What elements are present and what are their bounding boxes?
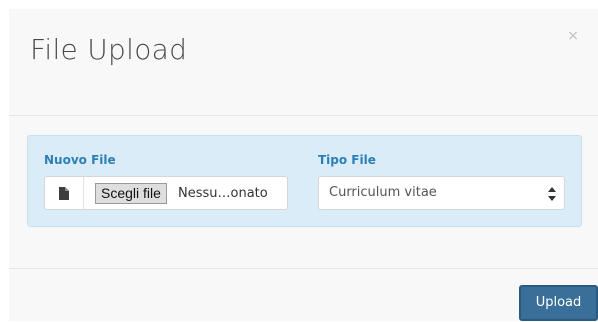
upload-form-panel: Nuovo File Scegli file Nessu…onato Tipo …: [27, 135, 582, 227]
file-type-selected-value: Curriculum vitae: [329, 185, 437, 200]
modal-body: Nuovo File Scegli file Nessu…onato Tipo …: [9, 116, 598, 268]
file-upload-modal: File Upload × Nuovo File Scegli file Nes…: [9, 9, 598, 321]
new-file-label: Nuovo File: [44, 153, 116, 167]
select-arrows-icon: [548, 186, 556, 201]
modal-footer: Upload: [9, 268, 598, 322]
modal-header: File Upload ×: [9, 9, 598, 116]
upload-button[interactable]: Upload: [519, 285, 598, 321]
file-icon: [45, 177, 84, 209]
modal-title: File Upload: [30, 33, 188, 66]
choose-file-button[interactable]: Scegli file: [95, 183, 167, 204]
selected-file-name: Nessu…onato: [178, 186, 268, 201]
file-type-select[interactable]: Curriculum vitae: [318, 176, 565, 210]
file-input-group[interactable]: Scegli file Nessu…onato: [44, 176, 288, 210]
close-icon[interactable]: ×: [567, 28, 579, 44]
file-type-label: Tipo File: [318, 153, 376, 167]
